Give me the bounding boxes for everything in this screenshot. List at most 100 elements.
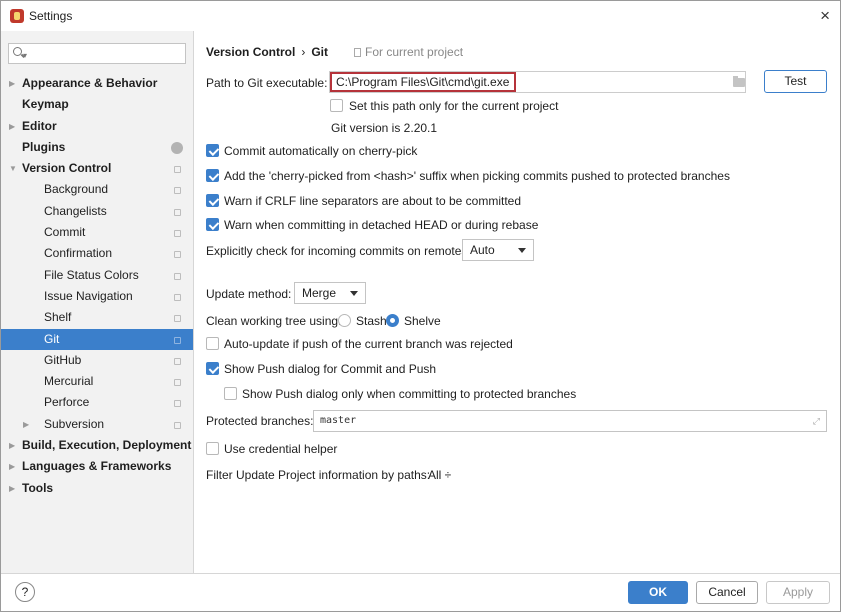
search-input[interactable]: ▾	[8, 43, 186, 64]
sidebar-item-shelf[interactable]: Shelf	[1, 307, 193, 328]
ok-button[interactable]: OK	[628, 581, 688, 604]
sidebar-item-perforce[interactable]: Perforce	[1, 392, 193, 413]
sidebar-item-plugins[interactable]: Plugins	[1, 137, 193, 158]
sidebar-item-label: Subversion	[44, 416, 105, 431]
project-scope-icon	[174, 166, 181, 174]
sidebar-item-appearance-behavior[interactable]: ▶ Appearance & Behavior	[1, 73, 193, 94]
git-path-label: Path to Git executable:	[206, 76, 328, 90]
sidebar-item-label: Languages & Frameworks	[22, 459, 172, 474]
show-push-protected-checkbox[interactable]	[224, 387, 237, 400]
window-title: Settings	[29, 9, 73, 23]
chevron-right-icon[interactable]: ▶	[9, 435, 19, 456]
shelve-radio[interactable]	[386, 314, 399, 327]
project-scope-icon	[174, 187, 181, 195]
plugins-update-icon	[171, 141, 183, 154]
protected-branches-value: master	[320, 415, 357, 426]
clean-tree-label: Clean working tree using:	[206, 314, 342, 328]
sidebar-item-background[interactable]: Background	[1, 179, 193, 200]
update-method-label: Update method:	[206, 287, 292, 301]
stash-radio[interactable]	[338, 314, 351, 327]
chevron-right-icon[interactable]: ▶	[9, 116, 19, 137]
sidebar-item-file-status-colors[interactable]: File Status Colors	[1, 265, 193, 286]
sidebar-item-label: Shelf	[44, 310, 72, 325]
chevron-right-icon[interactable]: ▶	[23, 414, 33, 435]
apply-button[interactable]: Apply	[766, 581, 830, 604]
test-button[interactable]: Test	[764, 70, 827, 93]
project-scope-icon	[174, 208, 181, 216]
cherry-suffix-checkbox[interactable]	[206, 169, 219, 182]
project-scope-icon	[174, 251, 181, 259]
sidebar-item-editor[interactable]: ▶ Editor	[1, 116, 193, 137]
sidebar-item-label: File Status Colors	[44, 267, 139, 282]
git-path-input[interactable]: C:\Program Files\Git\cmd\git.exe	[329, 71, 746, 93]
sidebar-item-changelists[interactable]: Changelists	[1, 201, 193, 222]
settings-dialog: Settings × ▾ ▶ Appearance & Behavior Keyma…	[0, 0, 841, 612]
stash-label: Stash	[356, 314, 387, 328]
warn-crlf-checkbox[interactable]	[206, 194, 219, 207]
update-method-select[interactable]: Merge	[294, 282, 366, 304]
dialog-footer: ? OK Cancel Apply	[1, 573, 840, 611]
sidebar-item-label: Git	[44, 331, 60, 346]
project-scope-icon	[174, 315, 181, 323]
breadcrumb-parent[interactable]: Version Control	[206, 45, 295, 59]
git-version-text: Git version is 2.20.1	[331, 121, 438, 135]
chevron-right-icon[interactable]: ▶	[9, 478, 19, 499]
close-icon[interactable]: ×	[820, 6, 830, 26]
incoming-commits-select[interactable]: Auto	[462, 239, 534, 261]
warn-detached-label: Warn when committing in detached HEAD or…	[224, 218, 539, 232]
sidebar-item-label: Mercurial	[44, 374, 94, 389]
sidebar-item-tools[interactable]: ▶ Tools	[1, 478, 193, 499]
project-only-checkbox[interactable]	[330, 99, 343, 112]
expand-icon[interactable]: ⤢	[813, 416, 820, 427]
sidebar-item-subversion[interactable]: ▶ Subversion	[1, 414, 193, 435]
filter-paths-select[interactable]: All ÷	[428, 468, 451, 482]
breadcrumb-current: Git	[311, 45, 329, 59]
cancel-button[interactable]: Cancel	[696, 581, 758, 604]
warn-detached-checkbox[interactable]	[206, 218, 219, 231]
help-button[interactable]: ?	[15, 582, 35, 602]
sidebar-item-build-execution-deployment[interactable]: ▶ Build, Execution, Deployment	[1, 435, 193, 456]
sidebar-item-label: Build, Execution, Deployment	[22, 438, 192, 453]
chevron-down-icon[interactable]: ▼	[9, 158, 19, 179]
sidebar-item-languages-frameworks[interactable]: ▶ Languages & Frameworks	[1, 456, 193, 477]
project-scope-icon	[174, 400, 181, 408]
auto-update-label: Auto-update if push of the current branc…	[224, 337, 513, 351]
app-logo-icon	[10, 9, 24, 23]
credential-helper-checkbox[interactable]	[206, 442, 219, 455]
sidebar-item-label: GitHub	[44, 352, 82, 367]
protected-branches-input[interactable]: master ⤢	[313, 410, 827, 432]
sidebar-item-label: Version Control	[22, 161, 112, 176]
show-push-dialog-checkbox[interactable]	[206, 362, 219, 375]
sidebar-item-keymap[interactable]: Keymap	[1, 94, 193, 115]
sidebar-item-version-control[interactable]: ▼ Version Control	[1, 158, 193, 179]
sidebar-item-label: Background	[44, 182, 109, 197]
breadcrumb: Version Control › Git	[206, 45, 328, 59]
sidebar-item-github[interactable]: GitHub	[1, 350, 193, 371]
project-scope-icon	[174, 421, 181, 429]
auto-update-checkbox[interactable]	[206, 337, 219, 350]
sidebar-item-commit[interactable]: Commit	[1, 222, 193, 243]
update-method-value: Merge	[302, 286, 337, 300]
sidebar-item-mercurial[interactable]: Mercurial	[1, 371, 193, 392]
sidebar-item-label: Commit	[44, 225, 86, 240]
sidebar-item-confirmation[interactable]: Confirmation	[1, 243, 193, 264]
commit-cherry-pick-checkbox[interactable]	[206, 144, 219, 157]
chevron-right-icon[interactable]: ▶	[9, 73, 19, 94]
sidebar-item-git[interactable]: Git	[1, 328, 193, 350]
search-dropdown-icon[interactable]: ▾	[23, 51, 27, 60]
cherry-suffix-label: Add the 'cherry-picked from <hash>' suff…	[224, 169, 730, 183]
project-scope-icon	[174, 230, 181, 238]
credential-helper-label: Use credential helper	[224, 442, 338, 456]
project-scope-icon	[174, 379, 181, 387]
sidebar-item-label: Tools	[22, 480, 54, 495]
breadcrumb-separator: ›	[301, 45, 306, 59]
sidebar-item-label: Plugins	[22, 139, 66, 154]
protected-branches-label: Protected branches:	[206, 414, 314, 428]
sidebar-item-label: Keymap	[22, 97, 69, 112]
incoming-commits-label: Explicitly check for incoming commits on…	[206, 244, 471, 258]
chevron-right-icon[interactable]: ▶	[9, 456, 19, 477]
commit-cherry-pick-label: Commit automatically on cherry-pick	[224, 144, 418, 158]
sidebar-item-issue-navigation[interactable]: Issue Navigation	[1, 286, 193, 307]
scope-note: For current project	[354, 45, 463, 59]
browse-folder-icon[interactable]	[733, 76, 745, 87]
